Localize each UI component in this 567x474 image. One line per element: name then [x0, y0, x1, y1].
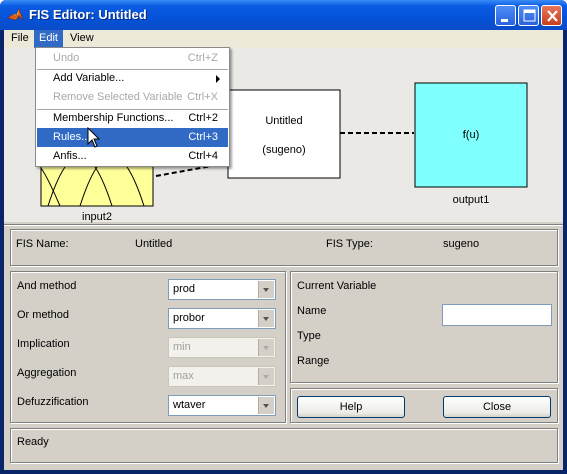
variable-range-label: Range	[297, 355, 330, 367]
and-method-value: prod	[173, 283, 196, 295]
help-button[interactable]: Help	[297, 396, 405, 418]
chevron-down-icon[interactable]	[258, 281, 274, 298]
menu-edit[interactable]: Edit	[34, 30, 63, 48]
chevron-down-icon[interactable]	[258, 310, 274, 327]
menu-item-remove-variable[interactable]: Remove Selected Variable Ctrl+X	[37, 88, 228, 107]
menu-item-add-variable[interactable]: Add Variable...	[37, 69, 228, 88]
defuzzification-value: wtaver	[173, 399, 206, 411]
system-block[interactable]	[227, 89, 341, 179]
menu-item-rules[interactable]: Rules... Ctrl+3	[37, 128, 228, 147]
chevron-down-icon[interactable]	[258, 397, 274, 414]
status-panel	[10, 428, 558, 463]
menu-item-undo[interactable]: Undo Ctrl+Z	[37, 49, 228, 68]
variable-type-label: Type	[297, 330, 321, 342]
or-method-label: Or method	[17, 309, 69, 321]
aggregation-value: max	[173, 370, 194, 382]
maximize-button[interactable]	[518, 5, 539, 26]
minimize-button[interactable]	[495, 5, 516, 26]
and-method-select[interactable]: prod	[168, 279, 276, 300]
and-method-label: And method	[17, 280, 77, 292]
current-variable-title: Current Variable	[297, 280, 377, 292]
system-type-label: (sugeno)	[262, 144, 306, 156]
chevron-down-icon	[258, 339, 274, 356]
or-method-select[interactable]: probor	[168, 308, 276, 329]
menu-view[interactable]: View	[65, 30, 99, 48]
menu-item-membership-functions[interactable]: Membership Functions... Ctrl+2	[37, 109, 228, 128]
input2-label: input2	[82, 211, 112, 223]
implication-value: min	[173, 341, 191, 353]
aggregation-select: max	[168, 366, 276, 387]
divider	[4, 224, 563, 226]
close-button[interactable]: Close	[443, 396, 551, 418]
fis-name-label: FIS Name:	[16, 238, 69, 250]
implication-label: Implication	[17, 338, 70, 350]
mouse-cursor-icon	[87, 127, 101, 148]
submenu-arrow-icon	[216, 75, 220, 83]
edit-dropdown-menu: Undo Ctrl+Z Add Variable... Remove Selec…	[35, 47, 230, 167]
fis-type-value: sugeno	[443, 238, 480, 250]
window-title: FIS Editor: Untitled	[29, 7, 147, 22]
status-text: Ready	[17, 436, 49, 448]
fis-type-label: FIS Type:	[326, 238, 373, 250]
matlab-icon	[7, 7, 24, 23]
output-function-label: f(u)	[462, 129, 480, 141]
defuzzification-label: Defuzzification	[17, 396, 89, 408]
system-name-label: Untitled	[265, 115, 303, 127]
implication-select: min	[168, 337, 276, 358]
fis-name-value: Untitled	[135, 238, 173, 250]
variable-name-input[interactable]	[442, 304, 552, 326]
close-window-button[interactable]	[541, 5, 562, 26]
variable-name-label: Name	[297, 305, 327, 317]
menu-file[interactable]: File	[6, 30, 34, 48]
or-method-value: probor	[173, 312, 205, 324]
defuzzification-select[interactable]: wtaver	[168, 395, 276, 416]
chevron-down-icon	[258, 368, 274, 385]
aggregation-label: Aggregation	[17, 367, 77, 379]
output1-label: output1	[452, 194, 490, 206]
menu-item-anfis[interactable]: Anfis... Ctrl+4	[37, 147, 228, 166]
title-bar[interactable]: FIS Editor: Untitled	[0, 0, 567, 30]
